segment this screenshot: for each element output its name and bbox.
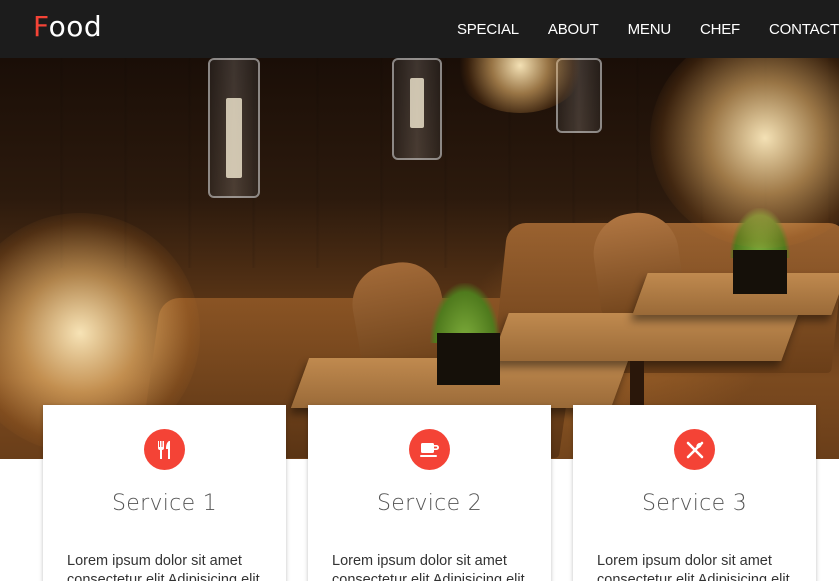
services-section: Service 1 Lorem ipsum dolor sit amet con… xyxy=(0,405,839,581)
nav-links: SPECIAL ABOUT MENU CHEF CONTACT xyxy=(428,0,839,58)
nav-link-contact[interactable]: CONTACT xyxy=(769,21,839,38)
hero-pendant-glow xyxy=(226,98,242,178)
hero-pendant-glow xyxy=(410,78,424,128)
navbar: Food SPECIAL ABOUT MENU CHEF CONTACT xyxy=(0,0,839,58)
hero-plant-pot xyxy=(733,250,787,294)
nav-link-menu[interactable]: MENU xyxy=(628,21,672,38)
utensils-crossed-icon xyxy=(674,429,715,470)
fork-knife-icon xyxy=(144,429,185,470)
brand-logo[interactable]: Food xyxy=(33,10,102,43)
nav-link-special[interactable]: SPECIAL xyxy=(457,21,519,38)
nav-link-about[interactable]: ABOUT xyxy=(548,21,599,38)
service-card: Service 1 Lorem ipsum dolor sit amet con… xyxy=(43,405,286,581)
service-description: Lorem ipsum dolor sit amet consectetur e… xyxy=(332,553,525,581)
service-title: Service 1 xyxy=(112,491,217,516)
hero-table xyxy=(491,313,799,361)
brand-name-rest: ood xyxy=(48,10,103,43)
nav-link-chef[interactable]: CHEF xyxy=(700,21,740,38)
service-description: Lorem ipsum dolor sit amet consectetur e… xyxy=(597,553,790,581)
service-description: Lorem ipsum dolor sit amet consectetur e… xyxy=(67,553,260,581)
hero-image xyxy=(0,58,839,459)
brand-initial: F xyxy=(33,10,49,43)
coffee-cup-icon xyxy=(409,429,450,470)
service-title: Service 3 xyxy=(642,491,747,516)
service-card: Service 3 Lorem ipsum dolor sit amet con… xyxy=(573,405,816,581)
service-title: Service 2 xyxy=(377,491,482,516)
hero-plant-pot xyxy=(437,333,500,385)
service-card: Service 2 Lorem ipsum dolor sit amet con… xyxy=(308,405,551,581)
